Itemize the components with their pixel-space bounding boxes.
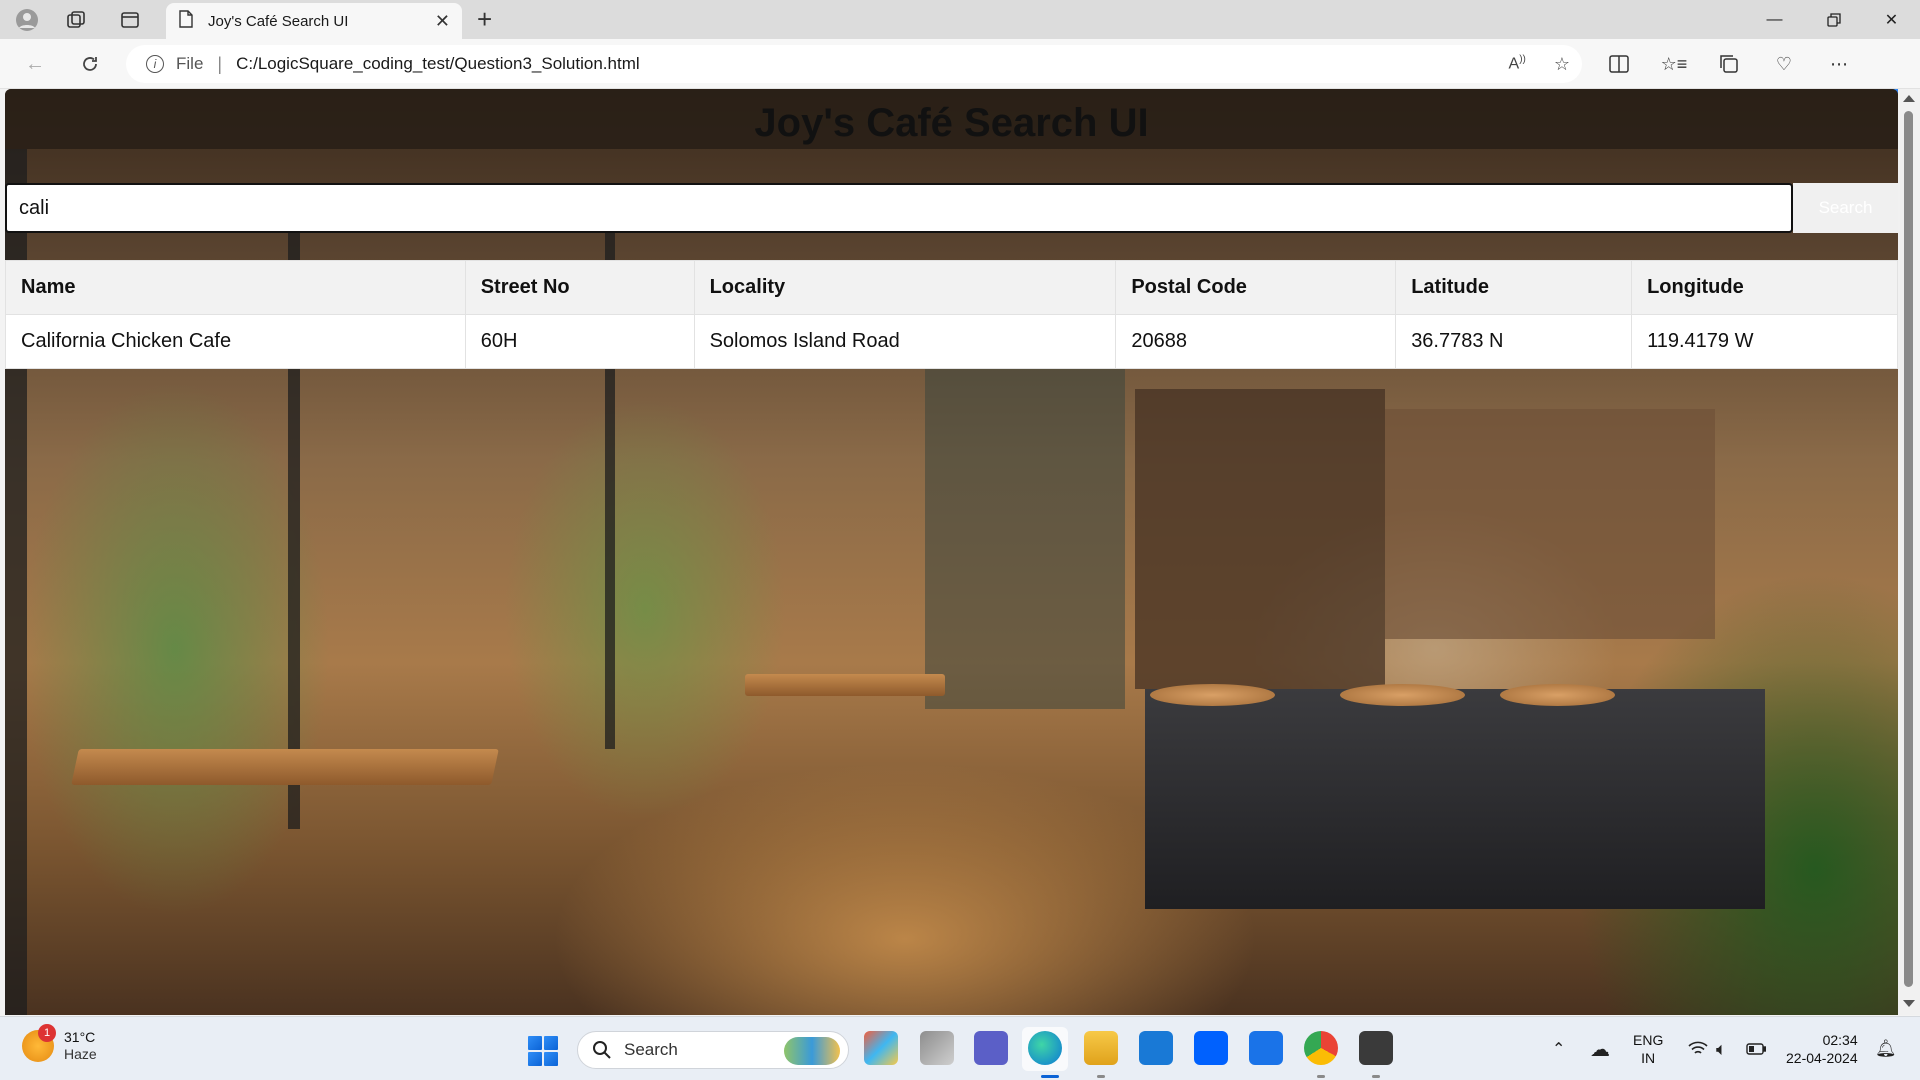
collections-icon[interactable] [1714, 49, 1744, 79]
tab-title: Joy's Café Search UI [208, 12, 349, 30]
running-indicator [1317, 1075, 1325, 1078]
table-cell: California Chicken Cafe [5, 314, 466, 369]
scheme-label: File [176, 54, 204, 73]
copilot-app-icon[interactable] [864, 1031, 898, 1065]
active-indicator [1041, 1075, 1059, 1078]
url-field[interactable]: i File | C:/LogicSquare_coding_test/Ques… [126, 45, 1582, 83]
column-header: Street No [464, 260, 695, 315]
search-highlight-icon [784, 1037, 840, 1065]
table-header-row: Name Street No Locality Postal Code Lati… [5, 260, 1898, 315]
stool-decor [1500, 684, 1615, 706]
language-indicator[interactable]: ENG IN [1633, 1017, 1663, 1080]
column-header: Locality [693, 260, 1117, 315]
close-tab-icon[interactable]: ✕ [435, 11, 450, 32]
vertical-tabs-icon[interactable] [117, 7, 143, 33]
weather-temperature: 31°C [64, 1029, 96, 1045]
search-icon [593, 1041, 611, 1059]
notification-bell-icon[interactable]: 🔔︎ [1875, 1017, 1897, 1080]
browser-essentials-icon[interactable]: ♡ [1769, 49, 1799, 79]
wifi-icon[interactable] [1688, 1017, 1708, 1080]
browser-tab-bar: Joy's Café Search UI ✕ + — ✕ [0, 0, 1920, 39]
file-explorer-icon[interactable] [1084, 1031, 1118, 1065]
stool-decor [1150, 684, 1275, 706]
table-cell: Solomos Island Road [693, 314, 1117, 369]
taskbar-search[interactable]: Search [577, 1031, 849, 1069]
region-label: IN [1641, 1050, 1656, 1066]
column-header: Longitude [1631, 260, 1898, 315]
teams-icon[interactable] [974, 1031, 1008, 1065]
restore-icon[interactable] [1806, 0, 1861, 39]
clock-time: 02:34 [1822, 1032, 1858, 1048]
profile-icon[interactable] [14, 7, 40, 33]
clock[interactable]: 02:34 22-04-2024 [1786, 1017, 1858, 1080]
column-header: Name [5, 260, 466, 315]
page-viewport: Joy's Café Search UI Search Name Street … [5, 89, 1898, 1015]
running-indicator [1372, 1075, 1380, 1078]
read-aloud-icon[interactable]: A)) [1509, 54, 1526, 73]
address-bar: ← i File | C:/LogicSquare_coding_test/Qu… [0, 39, 1920, 117]
mail-icon[interactable] [1139, 1031, 1173, 1065]
split-screen-icon[interactable] [1604, 49, 1634, 79]
onedrive-cloud-icon[interactable]: ☁ [1590, 1017, 1610, 1080]
scroll-up-icon[interactable] [1903, 95, 1915, 102]
sublime-text-icon[interactable] [1359, 1031, 1393, 1065]
search-button[interactable]: Search [1793, 183, 1898, 233]
clock-date: 22-04-2024 [1786, 1050, 1858, 1066]
search-input[interactable] [5, 183, 1793, 233]
chrome-icon[interactable] [1304, 1031, 1338, 1065]
back-window-decor [925, 369, 1125, 709]
shelf-decor [1385, 409, 1715, 639]
scrollbar-thumb[interactable] [1904, 111, 1913, 987]
weather-condition: Haze [64, 1046, 97, 1062]
favorites-icon[interactable]: ☆≡ [1659, 49, 1689, 79]
vertical-scrollbar[interactable] [1898, 89, 1920, 1015]
dropbox-icon[interactable] [1194, 1031, 1228, 1065]
site-info-icon[interactable]: i [146, 55, 164, 73]
new-tab-icon[interactable]: + [477, 5, 492, 33]
task-view-icon[interactable] [920, 1031, 954, 1065]
battery-icon[interactable] [1746, 1017, 1766, 1080]
table-decor [71, 749, 499, 785]
table-cell: 36.7783 N [1395, 314, 1633, 369]
table-cell: 119.4179 W [1631, 314, 1898, 369]
page-title: Joy's Café Search UI [754, 101, 1149, 145]
counter-decor [1145, 689, 1765, 909]
stool-decor [1340, 684, 1465, 706]
weather-sun-icon: 1 [22, 1024, 56, 1062]
language-label: ENG [1633, 1032, 1664, 1048]
scroll-down-icon[interactable] [1903, 1000, 1915, 1007]
results-table: Name Street No Locality Postal Code Lati… [5, 260, 1898, 369]
back-icon[interactable]: ← [20, 49, 50, 79]
more-options-icon[interactable]: ⋯ [1824, 49, 1854, 79]
notification-badge: 1 [38, 1024, 56, 1042]
myhp-icon[interactable] [1249, 1031, 1283, 1065]
weather-widget[interactable]: 1 31°C Haze [22, 1024, 97, 1063]
volume-icon[interactable]: 🔈︎ [1716, 1017, 1727, 1080]
page-document-icon [178, 9, 194, 33]
column-header: Postal Code [1115, 260, 1397, 315]
url-text: C:/LogicSquare_coding_test/Question3_Sol… [236, 54, 640, 73]
table-cell: 60H [464, 314, 695, 369]
minimize-icon[interactable]: — [1747, 0, 1802, 39]
close-window-icon[interactable]: ✕ [1864, 0, 1919, 39]
coffee-shelf-decor [1135, 389, 1385, 689]
table-cell: 20688 [1115, 314, 1397, 369]
search-bar: Search [5, 183, 1898, 233]
active-tab[interactable]: Joy's Café Search UI ✕ [166, 3, 462, 39]
edge-browser-icon[interactable] [1028, 1031, 1062, 1065]
taskbar: 1 31°C Haze Search ⌃ ☁ ENG IN 🔈︎ 02:34 2… [0, 1016, 1920, 1080]
running-indicator [1097, 1075, 1105, 1078]
reload-icon[interactable] [75, 49, 105, 79]
taskbar-search-label: Search [624, 1040, 678, 1059]
table-decor [745, 674, 945, 696]
show-hidden-icons[interactable]: ⌃ [1552, 1017, 1565, 1080]
workspaces-icon[interactable] [64, 7, 90, 33]
table-row: California Chicken Cafe 60H Solomos Isla… [5, 314, 1898, 369]
favorite-star-icon[interactable]: ☆ [1554, 54, 1570, 75]
start-windows-icon[interactable] [528, 1036, 558, 1066]
column-header: Latitude [1395, 260, 1633, 315]
url-separator: | [217, 53, 223, 74]
